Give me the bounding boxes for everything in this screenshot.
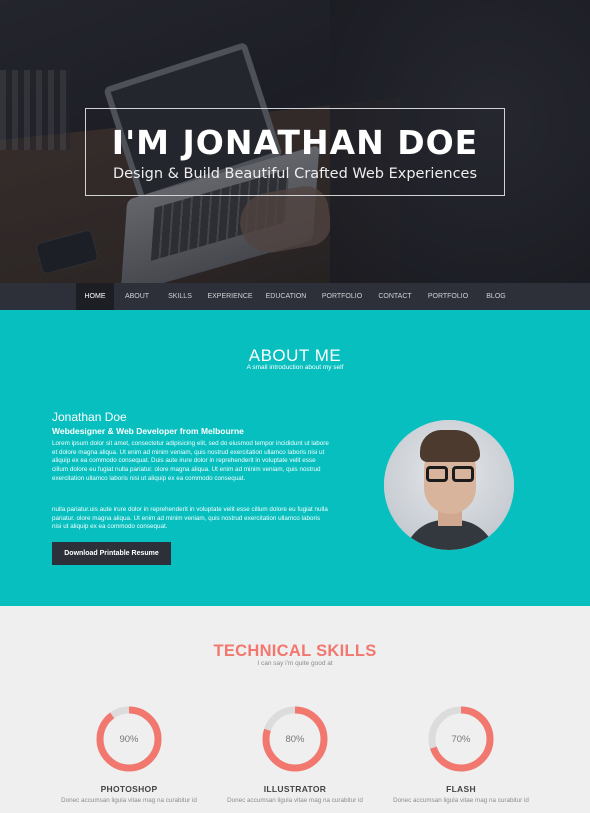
nav-item-experience[interactable]: EXPERIENCE [204,283,256,310]
nav-item-about[interactable]: ABOUT [118,283,156,310]
skill-card: 90% PHOTOSHOP Donec accumsan ligula vita… [59,704,199,806]
skill-description: Donec accumsan ligula vitae mag na curab… [227,797,363,804]
skills-heading: TECHNICAL SKILLS [213,642,377,660]
about-paragraph: nulla pariatur.uis aute irure dolor in r… [52,506,328,531]
about-paragraph: Lorem ipsum dolor sit amet, consectetur … [52,440,329,482]
skill-percent: 80% [285,734,305,745]
about-heading: ABOUT ME [248,346,342,365]
nav-item-portfolio-2[interactable]: PORTFOLIO [424,283,472,310]
nav-item-skills[interactable]: SKILLS [162,283,198,310]
skill-percent: 70% [451,734,471,745]
about-section: ABOUT ME A small introduction about my s… [0,310,590,606]
nav-item-blog[interactable]: BLOG [480,283,512,310]
nav-item-contact[interactable]: CONTACT [374,283,416,310]
about-subheading: A small introduction about my self [246,364,344,371]
skill-name: ILLUSTRATOR [263,784,327,794]
skills-section: TECHNICAL SKILLS I can say i'm quite goo… [0,606,590,813]
hero-title: I'M JONATHAN DOE [111,123,479,162]
skill-percent: 90% [119,734,139,745]
skill-name: FLASH [446,784,476,794]
nav-item-home[interactable]: HOME [76,283,114,310]
skill-card: 70% FLASH Donec accumsan ligula vitae ma… [391,704,531,806]
skill-name: PHOTOSHOP [100,784,158,794]
skills-subheading: I can say i'm quite good at [257,660,333,667]
hero-banner: I'M JONATHAN DOE Design & Build Beautifu… [0,0,590,283]
nav-item-education[interactable]: EDUCATION [262,283,310,310]
skill-description: Donec accumsan ligula vitae mag na curab… [61,797,197,804]
skill-card: 80% ILLUSTRATOR Donec accumsan ligula vi… [225,704,365,806]
download-resume-button[interactable]: Download Printable Resume [52,542,171,565]
profile-photo [384,420,514,550]
nav-item-portfolio[interactable]: PORTFOLIO [318,283,366,310]
hero-subtitle: Design & Build Beautiful Crafted Web Exp… [112,166,478,182]
hero-title-box: I'M JONATHAN DOE Design & Build Beautifu… [85,108,505,196]
main-navigation: HOME ABOUT SKILLS EXPERIENCE EDUCATION P… [0,283,590,310]
about-role: Webdesigner & Web Developer from Melbour… [52,426,244,436]
about-name: Jonathan Doe [52,410,127,424]
skill-description: Donec accumsan ligula vitae mag na curab… [393,797,529,804]
